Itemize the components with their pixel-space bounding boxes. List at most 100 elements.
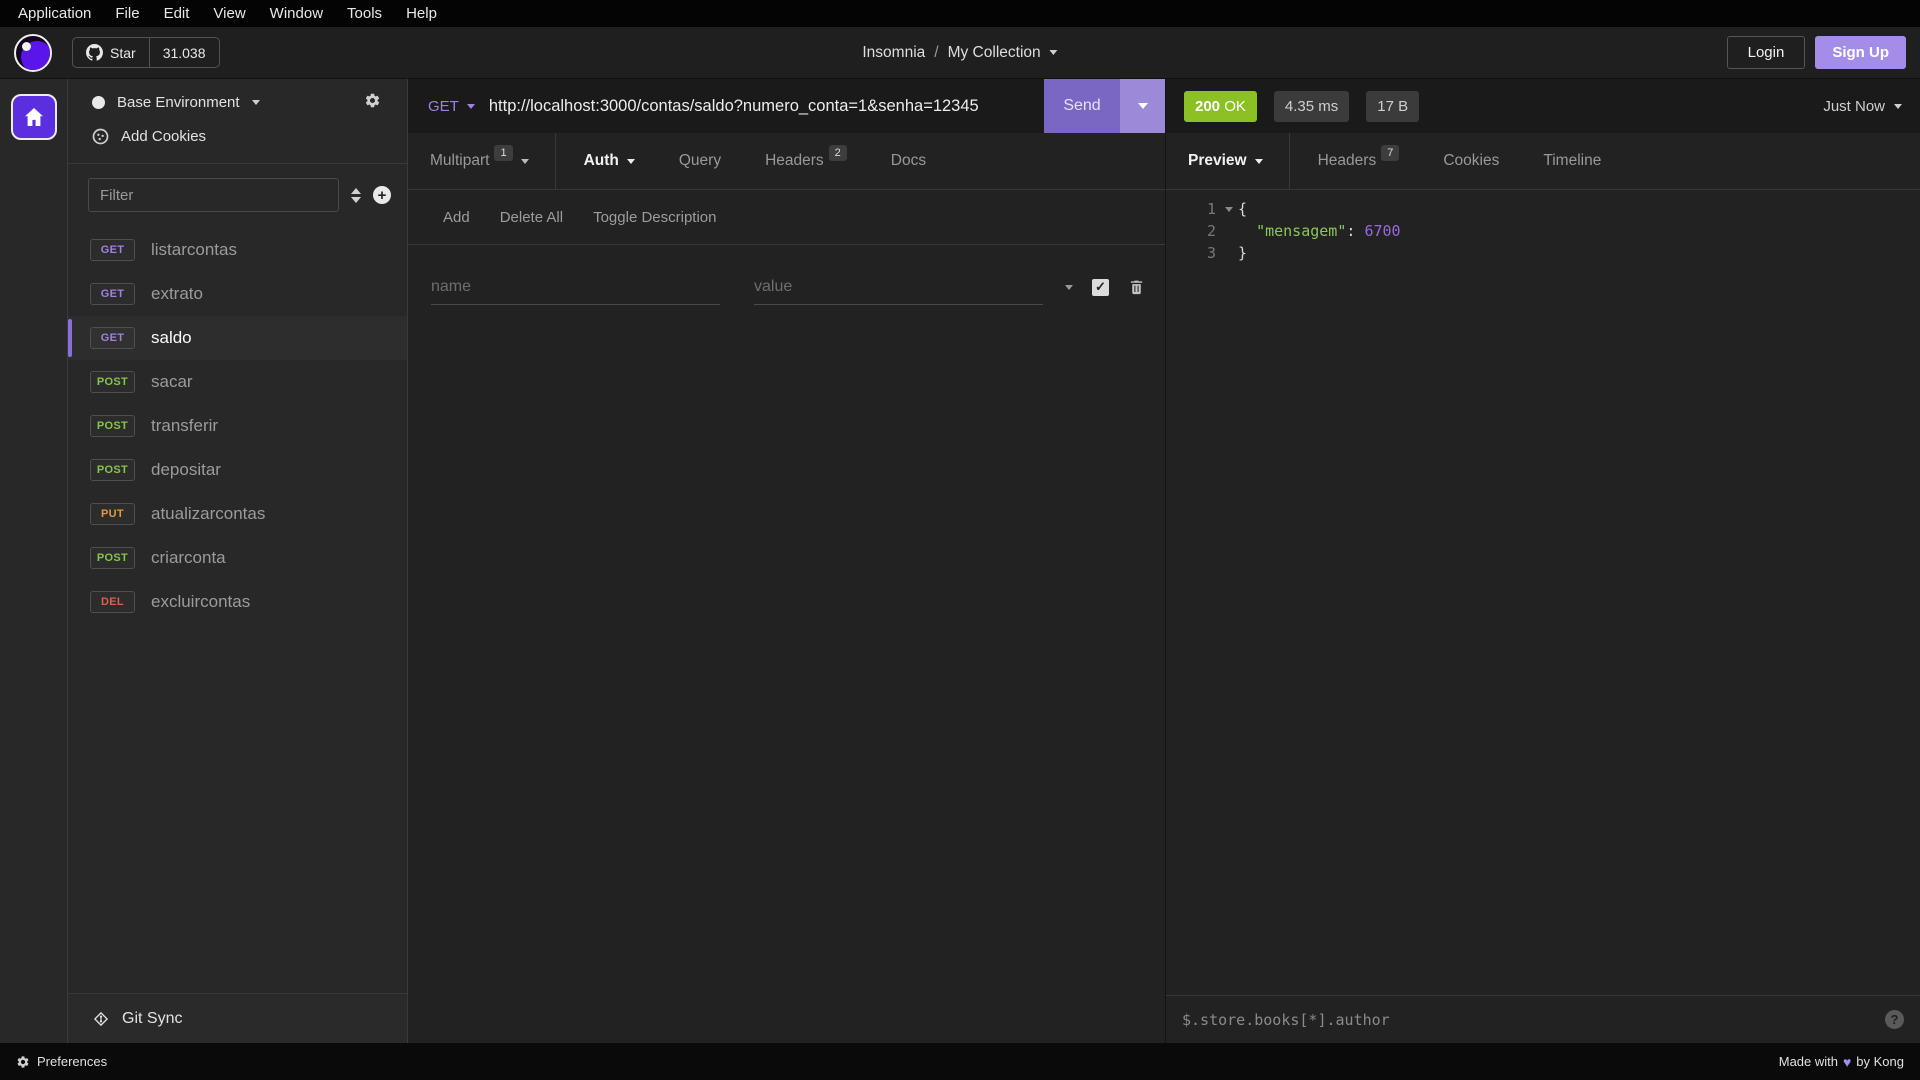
response-filter-input[interactable]: $.store.books[*].author [1182,1011,1390,1029]
git-sync-row[interactable]: Git Sync [68,993,407,1043]
value-options-caret-icon[interactable] [1065,284,1073,290]
status-bar: Preferences Made with ♥ by Kong [0,1043,1920,1080]
menu-item-tools[interactable]: Tools [335,0,394,27]
preferences-button[interactable]: Preferences [16,1054,107,1069]
github-star-button[interactable]: Star [73,38,149,67]
row-enabled-checkbox[interactable]: ✓ [1092,278,1109,296]
response-timestamp: Just Now [1823,97,1885,115]
request-item-sacar[interactable]: POST sacar [68,360,407,404]
response-tab-timeline[interactable]: Timeline [1521,133,1623,189]
menu-item-application[interactable]: Application [6,0,103,27]
sort-button[interactable] [349,187,363,203]
git-sync-label: Git Sync [122,1009,183,1027]
method-caret-icon [466,103,475,109]
request-name: transferir [151,416,219,435]
insomnia-logo-icon[interactable] [14,33,52,72]
login-button[interactable]: Login [1726,36,1806,69]
row-actions: ✓ [1043,278,1145,296]
github-star-count[interactable]: 31.038 [148,38,219,67]
request-list: GET listarcontas GET extrato GET saldo POST sac… [68,222,407,993]
breadcrumb-collection-name[interactable]: My Collection [948,44,1041,62]
request-tab-headers[interactable]: Headers 2 [743,133,869,189]
value-field[interactable]: value [754,269,1043,305]
menu-item-edit[interactable]: Edit [152,0,202,27]
request-tab-query[interactable]: Query [657,133,743,189]
tab-caret-icon [1254,158,1263,164]
request-name: atualizarcontas [151,504,266,523]
method-dropdown[interactable]: GET [408,79,489,133]
menu-item-file[interactable]: File [103,0,151,27]
response-tab-headers[interactable]: Headers 7 [1296,133,1422,189]
preferences-label: Preferences [37,1054,108,1069]
request-item-criarconta[interactable]: POST criarconta [68,536,407,580]
response-tab-cookies[interactable]: Cookies [1421,133,1521,189]
gear-icon [365,93,380,107]
environment-color-icon [92,95,105,109]
breadcrumb-app-name[interactable]: Insomnia [862,44,925,62]
response-tab-preview[interactable]: Preview [1166,133,1290,189]
response-time-badge: 4.35 ms [1273,90,1350,122]
heart-icon: ♥ [1842,1053,1852,1070]
request-item-listarcontas[interactable]: GET listarcontas [68,228,407,272]
response-filter-bar: $.store.books[*].author ? [1166,995,1920,1043]
request-item-excluircontas[interactable]: DEL excluircontas [68,580,407,624]
filter-help-button[interactable]: ? [1885,1010,1904,1029]
menu-item-window[interactable]: Window [258,0,335,27]
request-name: excluircontas [151,592,251,611]
response-pane: 200 OK 4.35 ms 17 B Just Now Preview Head… [1165,79,1920,1043]
add-request-button[interactable]: + [373,186,391,204]
github-icon [86,44,103,61]
environment-row: Base Environment [68,79,407,117]
request-item-depositar[interactable]: POST depositar [68,448,407,492]
history-caret-icon [1894,103,1902,109]
response-history-dropdown[interactable]: Just Now [1823,98,1902,115]
collection-dropdown-caret-icon[interactable] [1049,50,1058,55]
environment-dropdown-caret-icon[interactable] [251,99,260,105]
environment-label[interactable]: Base Environment [117,94,240,111]
multipart-toolbar: Add Delete All Toggle Description [408,190,1165,245]
response-meta-bar: 200 OK 4.35 ms 17 B Just Now [1166,79,1920,133]
request-tab-multipart[interactable]: Multipart 1 [408,133,556,189]
response-body[interactable]: 1 { 2 "mensagem": 6700 3 } [1166,190,1920,995]
tab-label: Docs [890,152,927,169]
environment-settings-button[interactable] [364,92,381,113]
tab-label: Query [678,152,722,169]
request-item-transferir[interactable]: POST transferir [68,404,407,448]
url-input[interactable]: http://localhost:3000/contas/saldo?numer… [489,79,1044,133]
request-item-extrato[interactable]: GET extrato [68,272,407,316]
request-name: listarcontas [151,240,237,259]
menu-item-help[interactable]: Help [394,0,449,27]
add-item-button[interactable]: Add [443,209,470,226]
github-star-label: Star [110,44,136,61]
menu-item-view[interactable]: View [201,0,257,27]
json-value: 6700 [1364,222,1401,240]
send-options-button[interactable] [1120,79,1165,133]
delete-all-button[interactable]: Delete All [500,209,563,226]
add-cookies-label: Add Cookies [121,127,207,145]
code-line: 1 { [1166,198,1920,220]
method-badge: GET [90,239,135,261]
send-button[interactable]: Send [1044,79,1120,133]
name-field[interactable]: name [431,269,720,305]
request-name: sacar [151,372,193,391]
home-button[interactable] [10,94,57,140]
request-name: criarconta [151,548,226,567]
add-cookies-row[interactable]: Add Cookies [68,117,407,155]
filter-row: + [68,164,407,222]
filter-input[interactable] [88,178,339,212]
tab-count-badge: 1 [494,145,513,161]
app-menu-bar: Application File Edit View Window Tools Help [0,0,1920,27]
request-item-saldo[interactable]: GET saldo [68,316,407,360]
request-tab-auth[interactable]: Auth [562,133,657,189]
request-item-atualizarcontas[interactable]: PUT atualizarcontas [68,492,407,536]
tab-label: Cookies [1443,152,1500,169]
app-header: Star 31.038 Insomnia / My Collection Log… [0,27,1920,79]
toggle-description-button[interactable]: Toggle Description [593,209,716,226]
signup-button[interactable]: Sign Up [1815,36,1906,69]
request-tab-docs[interactable]: Docs [869,133,948,189]
trash-icon[interactable] [1128,278,1145,296]
sidebar: Base Environment Add Cookies + GET listar… [68,79,408,1043]
request-name: saldo [151,328,192,347]
fold-toggle[interactable] [1220,206,1238,212]
sort-up-icon [351,187,361,194]
